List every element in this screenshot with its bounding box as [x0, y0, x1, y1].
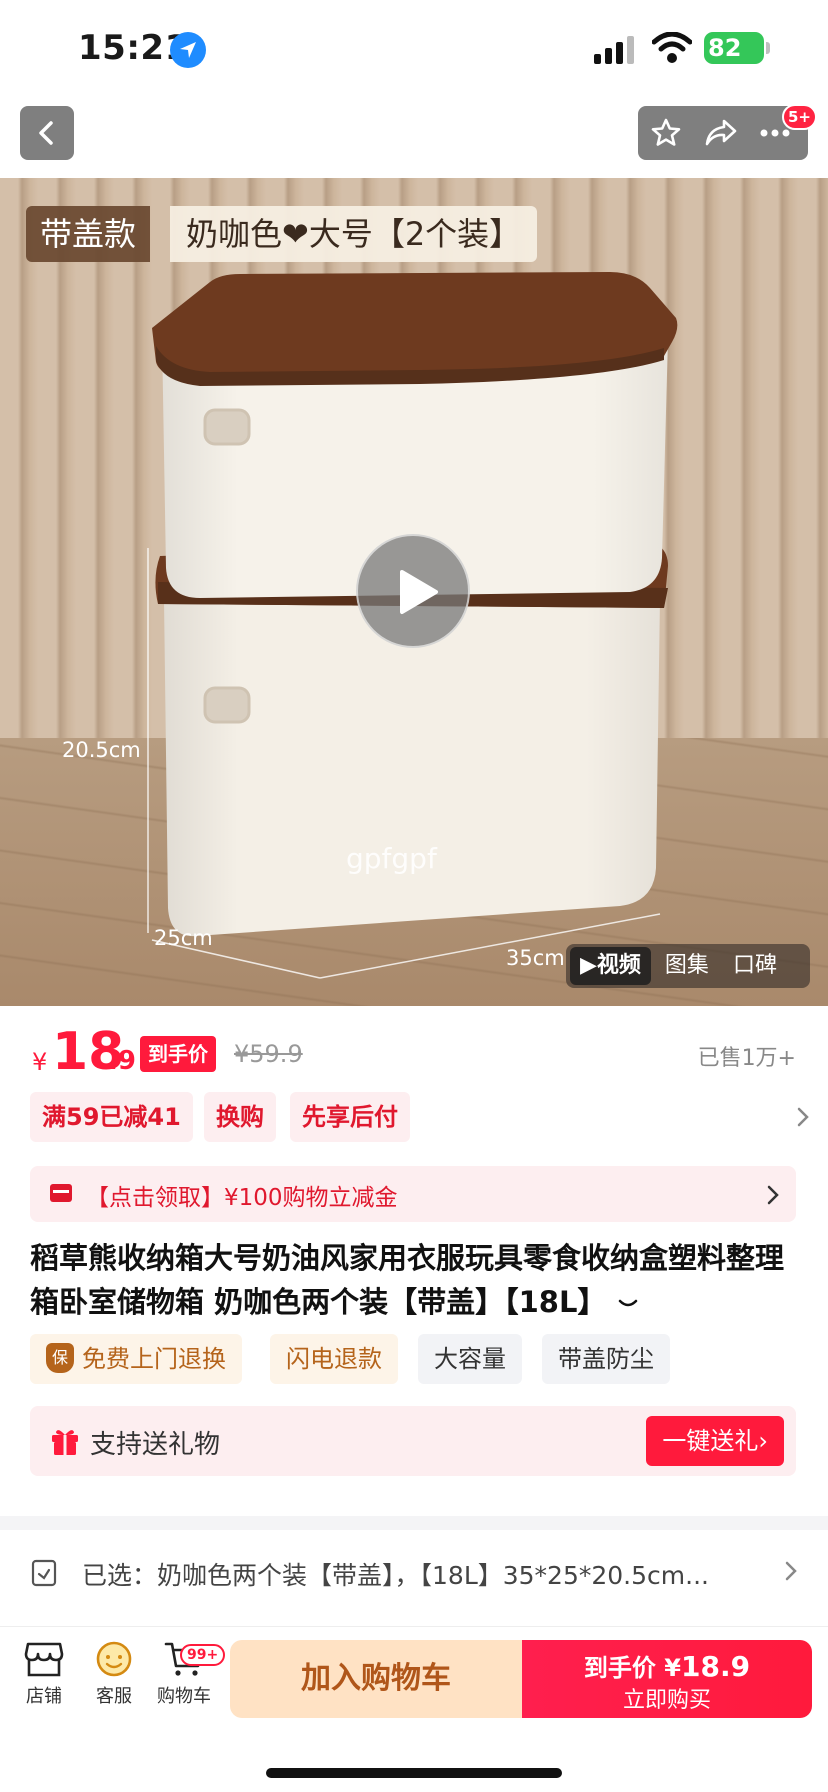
buy-price-label: 到手价 — [583, 1654, 656, 1682]
original-price: ¥59.9 — [234, 1040, 303, 1068]
gift-icon — [50, 1426, 80, 1460]
location-arrow-icon — [170, 32, 206, 68]
gift-text: 支持送礼物 — [90, 1430, 221, 1460]
selection-bag-icon — [30, 1556, 58, 1592]
product-title[interactable]: 稻草熊收纳箱大号奶油风家用衣服玩具零食收纳盒塑料整理箱卧室储物箱 奶咖色两个装【… — [30, 1236, 800, 1324]
selected-variant-text: 已选：奶咖色两个装【带盖】，【18L】35*25*20.5cm... — [82, 1561, 709, 1590]
buy-price-currency: ¥ — [664, 1654, 681, 1682]
cellular-signal-icon — [594, 36, 640, 64]
product-gallery[interactable]: 带盖款 奶咖色❤大号【2个装】 20.5cm 25cm 35cm gpfgpf … — [0, 178, 828, 1006]
home-indicator — [266, 1768, 562, 1778]
customer-service-tab[interactable]: 客服 — [82, 1640, 146, 1708]
buy-now-label: 立即购买 — [622, 1688, 711, 1713]
header-nav — [0, 100, 828, 178]
media-tabs: ▶视频 图集 口碑 — [566, 944, 810, 988]
favorite-star-icon[interactable] — [650, 117, 682, 153]
tab-reviews[interactable]: 口碑 — [723, 947, 787, 985]
divider — [0, 1626, 828, 1627]
buy-price-value: 18.9 — [680, 1650, 751, 1683]
watermark: gpfgpf — [346, 842, 437, 875]
price-decimal: .9 — [108, 1046, 136, 1076]
variant-tag-label: 带盖款 — [26, 206, 151, 262]
expand-chevron-icon[interactable] — [617, 1297, 639, 1311]
promo-pay-later[interactable]: 先享后付 — [290, 1092, 410, 1142]
dimension-depth-label: 25cm — [154, 926, 213, 950]
variant-tag-value: 奶咖色❤大号【2个装】 — [170, 206, 538, 262]
play-video-button[interactable] — [356, 534, 470, 648]
store-label: 店铺 — [26, 1686, 62, 1707]
customer-service-icon — [96, 1641, 132, 1677]
price-row: ¥ 18 .9 到手价 ¥59.9 已售1万+ — [0, 1006, 828, 1096]
coupon-banner[interactable]: 【点击领取】¥100购物立减金 — [30, 1166, 796, 1222]
cart-count-badge: 99+ — [180, 1644, 226, 1666]
play-icon — [400, 570, 438, 614]
service-free-return[interactable]: 保免费上门退换 — [30, 1334, 242, 1384]
chevron-left-icon — [39, 121, 53, 145]
promotion-row[interactable]: 满59已减41 换购 先享后付 — [30, 1092, 810, 1144]
cart-label: 购物车 — [157, 1686, 211, 1707]
service-capacity[interactable]: 大容量 — [418, 1334, 522, 1384]
coupon-card-icon — [50, 1184, 72, 1202]
dimension-width-label: 35cm — [506, 946, 565, 970]
send-gift-button[interactable]: 一键送礼› — [646, 1416, 784, 1466]
service-dustproof[interactable]: 带盖防尘 — [542, 1334, 670, 1384]
customer-service-label: 客服 — [96, 1686, 132, 1707]
notification-badge: 5+ — [782, 104, 818, 130]
promo-exchange[interactable]: 换购 — [204, 1092, 276, 1142]
section-divider — [0, 1516, 828, 1530]
chevron-right-icon[interactable] — [796, 1106, 810, 1132]
back-button[interactable] — [20, 106, 74, 160]
selected-variant-row[interactable]: 已选：奶咖色两个装【带盖】，【18L】35*25*20.5cm... — [0, 1536, 828, 1606]
store-icon — [24, 1642, 64, 1677]
service-tags: 保免费上门退换 闪电退款 大容量 带盖防尘 — [30, 1334, 810, 1388]
store-tab[interactable]: 店铺 — [12, 1640, 76, 1708]
buy-price-line: 到手价 ¥18.9 — [522, 1648, 812, 1683]
dimension-height-label: 20.5cm — [62, 738, 141, 762]
battery-icon: 82 — [704, 32, 770, 64]
add-to-cart-button[interactable]: 加入购物车 — [230, 1640, 522, 1718]
bottom-action-bar: 店铺 客服 购物车 99+ 加入购物车 到手价 ¥18.9 立即购买 — [0, 1630, 828, 1740]
share-icon[interactable] — [704, 117, 738, 153]
buy-now-button[interactable]: 到手价 ¥18.9 立即购买 — [522, 1640, 812, 1718]
tab-gallery[interactable]: 图集 — [655, 947, 719, 985]
tab-video[interactable]: ▶视频 — [570, 947, 651, 985]
chevron-right-icon — [784, 1560, 798, 1586]
sold-count: 已售1万+ — [697, 1046, 796, 1071]
final-price-badge: 到手价 — [140, 1036, 216, 1072]
gift-row: 支持送礼物 一键送礼› — [30, 1406, 796, 1476]
promo-discount[interactable]: 满59已减41 — [30, 1092, 193, 1142]
shield-icon: 保 — [46, 1343, 74, 1373]
chevron-right-icon — [766, 1184, 780, 1210]
service-flash-refund[interactable]: 闪电退款 — [270, 1334, 398, 1384]
service-free-return-label: 免费上门退换 — [82, 1345, 226, 1373]
product-title-text: 稻草熊收纳箱大号奶油风家用衣服玩具零食收纳盒塑料整理箱卧室储物箱 奶咖色两个装【… — [30, 1241, 785, 1319]
coupon-text: 【点击领取】¥100购物立减金 — [86, 1185, 398, 1211]
price-currency: ¥ — [32, 1048, 48, 1076]
status-bar: 15:21 82 — [0, 0, 828, 100]
wifi-icon — [651, 31, 693, 68]
